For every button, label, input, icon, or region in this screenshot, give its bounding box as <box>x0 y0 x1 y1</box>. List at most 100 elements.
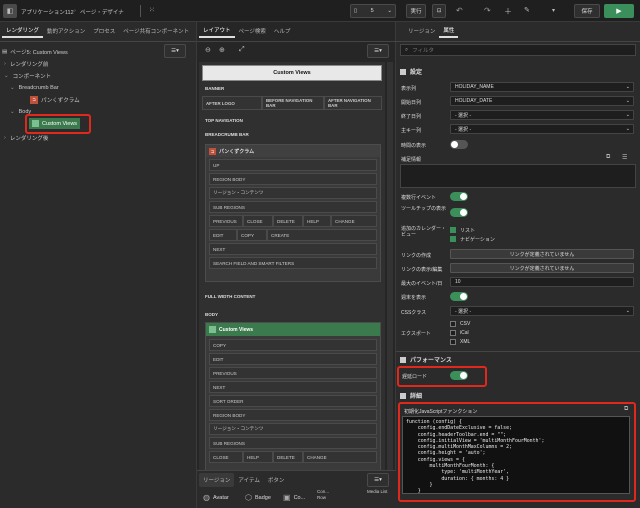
drag-drop-toggle[interactable] <box>450 192 468 201</box>
bc-btn-previous[interactable]: PREVIOUS <box>209 215 243 227</box>
tab-rendering[interactable]: レンダリング <box>2 24 44 38</box>
app-name[interactable]: アプリケーション112 <box>21 8 74 16</box>
layout-scrollbar[interactable] <box>387 62 393 492</box>
show-time-toggle[interactable] <box>450 140 468 149</box>
shared-components-icon[interactable]: ⁙ <box>149 6 155 14</box>
bc-btn-edit[interactable]: EDIT <box>209 229 237 241</box>
breadcrumb-region[interactable]: ⊐ パンくずクラム UP REGION BODY リージョン・コンテンツ SUB… <box>205 144 381 282</box>
view-edit-link-button[interactable]: リンクが定義されていません <box>450 263 634 273</box>
tab-layout[interactable]: レイアウト <box>199 24 235 38</box>
expand-icon[interactable]: ⤢ <box>239 46 245 54</box>
cv-btn-help[interactable]: HELP <box>243 451 273 463</box>
css-class-select[interactable]: - 選択 - ⌄ <box>450 306 634 316</box>
cv-slot-previous[interactable]: PREVIOUS <box>209 367 377 379</box>
save-button[interactable]: 保存 <box>574 4 600 18</box>
tree-menu-button[interactable]: ☰▾ <box>164 44 186 58</box>
max-events-input[interactable]: 10 <box>450 277 634 287</box>
cv-slot-sort-order[interactable]: SORT ORDER <box>209 395 377 407</box>
list-view-checkbox[interactable] <box>450 227 456 233</box>
page-title-bar[interactable]: Custom Views <box>202 65 382 81</box>
zoom-in-icon[interactable]: ⊕ <box>219 46 225 54</box>
export-ical-checkbox[interactable] <box>450 330 456 336</box>
bc-btn-delete[interactable]: DELETE <box>273 215 303 227</box>
export-csv-checkbox[interactable] <box>450 321 456 327</box>
utilities-icon[interactable]: ✎ <box>524 6 530 14</box>
bc-slot-region-body[interactable]: REGION BODY <box>209 173 377 185</box>
settings-section-header[interactable]: 設定 <box>400 67 422 76</box>
page-selector[interactable]: ▯ 5 ⌄ <box>350 4 396 18</box>
tab-region[interactable]: リージョン <box>404 24 439 38</box>
show-weekend-toggle[interactable] <box>450 292 468 301</box>
end-column-select[interactable]: - 選択 - ⌄ <box>450 110 634 120</box>
display-column-select[interactable]: HOLIDAY_NAME ⌄ <box>450 82 634 92</box>
bc-btn-copy[interactable]: COPY <box>237 229 267 241</box>
tab-gallery-items[interactable]: アイテム <box>234 473 263 487</box>
gallery-avatar[interactable]: ◍ Avatar <box>203 493 229 502</box>
tab-processing[interactable]: プロセス <box>89 24 119 38</box>
gallery-badge[interactable]: ⬡ Badge <box>245 493 271 502</box>
page-name[interactable]: ページ・デザイナ <box>80 8 124 16</box>
gallery-menu-button[interactable]: ☰▾ <box>367 473 389 487</box>
bc-btn-create[interactable]: CREATE <box>267 229 377 241</box>
performance-section-header[interactable]: パフォーマンス <box>400 355 452 364</box>
tree-breadcrumb-region[interactable]: ⊐ パンくずクラム <box>30 94 80 105</box>
layout-menu-button[interactable]: ☰▾ <box>367 44 389 58</box>
cv-slot-next[interactable]: NEXT <box>209 381 377 393</box>
run-button[interactable]: 実行 <box>406 4 426 18</box>
tab-attributes[interactable]: 属性 <box>439 24 459 38</box>
tab-page-shared-components[interactable]: ページ共有コンポーネント <box>119 24 193 38</box>
tab-gallery-regions[interactable]: リージョン <box>199 473 235 487</box>
cv-btn-delete[interactable]: DELETE <box>273 451 303 463</box>
gallery-cards[interactable]: ▣ Co... <box>283 493 305 502</box>
cv-slot-edit[interactable]: EDIT <box>209 353 377 365</box>
cv-btn-change[interactable]: CHANGE <box>303 451 377 463</box>
redo-icon[interactable]: ↷ <box>484 6 491 15</box>
tab-help[interactable]: ヘルプ <box>270 24 295 38</box>
bc-slot-sub-regions[interactable]: SUB REGIONS <box>209 201 377 213</box>
bc-slot-up[interactable]: UP <box>209 159 377 171</box>
start-column-select[interactable]: HOLIDAY_DATE ⌄ <box>450 96 634 106</box>
after-nav-slot[interactable]: AFTER NAVIGATION BAR <box>324 96 382 110</box>
bc-btn-change[interactable]: CHANGE <box>331 215 377 227</box>
tree-rendering-pre[interactable]: › レンダリング前 <box>4 58 48 69</box>
app-icon[interactable]: ◧ <box>3 4 17 18</box>
tree-components[interactable]: ⌄ コンポーネント <box>4 70 51 81</box>
tab-page-search[interactable]: ページ検索 <box>235 24 270 38</box>
advanced-section-header[interactable]: 詳細 <box>400 391 422 400</box>
lock-icon[interactable]: ⊡ <box>432 4 446 18</box>
list-icon[interactable]: ☰ <box>622 154 627 161</box>
page-number-input[interactable]: 5 <box>371 8 374 14</box>
extra-info-textarea[interactable] <box>400 164 636 188</box>
add-icon[interactable]: ＋ <box>504 6 512 17</box>
breadcrumb-region-header[interactable]: ⊐ パンくずクラム <box>206 145 380 157</box>
cv-slot-region-body[interactable]: REGION BODY <box>209 409 377 421</box>
undo-icon[interactable]: ↶ <box>456 6 463 15</box>
tab-dynamic-actions[interactable]: 動的アクション <box>43 24 89 38</box>
bc-btn-help[interactable]: HELP <box>303 215 331 227</box>
cv-btn-close[interactable]: CLOSE <box>209 451 243 463</box>
cv-slot-copy[interactable]: COPY <box>209 339 377 351</box>
tooltip-toggle[interactable] <box>450 208 468 217</box>
before-nav-slot[interactable]: BEFORE NAVIGATION BAR <box>262 96 324 110</box>
bc-slot-search[interactable]: SEARCH FIELD AND SMART FILTERS <box>209 257 377 269</box>
more-menu-icon[interactable]: ▾ <box>552 7 555 14</box>
custom-views-region-header[interactable]: Custom Views <box>206 323 380 336</box>
cv-slot-sub-regions[interactable]: SUB REGIONS <box>209 437 377 449</box>
tree-breadcrumb-bar[interactable]: ⌄ Breadcrumb Bar <box>10 82 59 93</box>
cv-slot-region-content[interactable]: リージョン・コンテンツ <box>209 423 377 435</box>
after-logo-slot[interactable]: AFTER LOGO <box>202 96 262 110</box>
tab-gallery-buttons[interactable]: ボタン <box>264 473 289 487</box>
custom-views-region[interactable]: Custom Views COPY EDIT PREVIOUS NEXT SOR… <box>205 322 381 492</box>
create-link-button[interactable]: リンクが定義されていません <box>450 249 634 259</box>
primary-key-select[interactable]: - 選択 - ⌄ <box>450 124 634 134</box>
navigation-checkbox[interactable] <box>450 236 456 242</box>
filter-input[interactable]: ⌕ フィルタ <box>400 44 636 56</box>
tree-rendering-post[interactable]: › レンダリング後 <box>4 132 48 143</box>
tree-page-node[interactable]: ▤ ページ5: Custom Views <box>2 46 68 57</box>
run-page-button[interactable]: ▶ <box>604 4 634 18</box>
gallery-content-row[interactable]: Con... Row <box>317 489 329 501</box>
code-editor-icon[interactable]: ⧉ <box>606 154 610 161</box>
zoom-out-icon[interactable]: ⊖ <box>205 46 211 54</box>
gallery-media-list[interactable]: Media List <box>367 489 389 495</box>
export-xml-checkbox[interactable] <box>450 339 456 345</box>
